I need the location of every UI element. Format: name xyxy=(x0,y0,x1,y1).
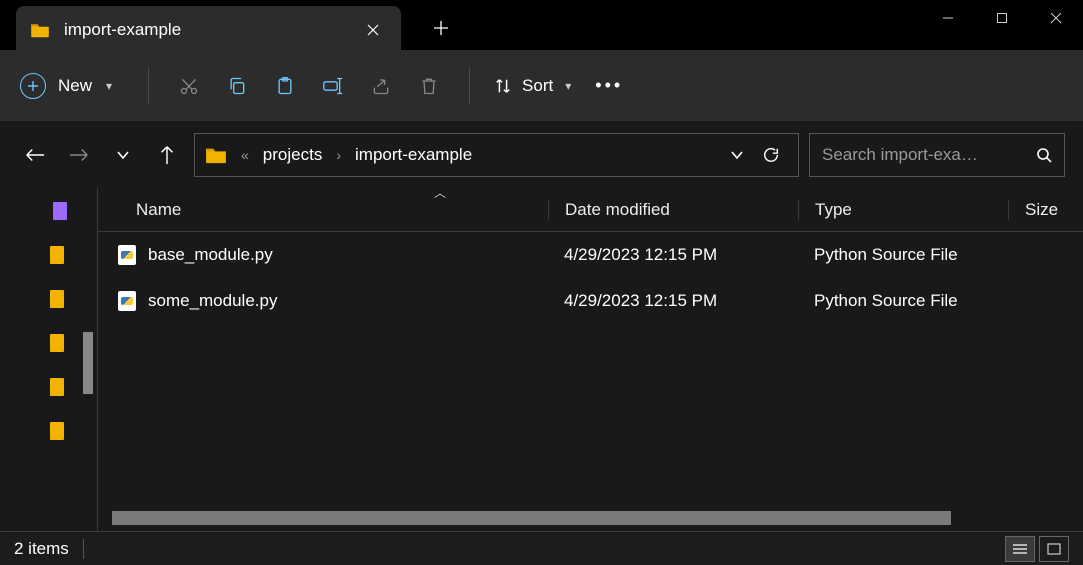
forward-button[interactable] xyxy=(62,138,96,172)
close-window-button[interactable] xyxy=(1029,0,1083,36)
file-date: 4/29/2023 12:15 PM xyxy=(548,245,798,265)
history-dropdown-button[interactable] xyxy=(730,150,744,160)
file-list-pane: ︿ Name Date modified Type Size base_modu… xyxy=(98,188,1083,531)
chevron-right-icon: › xyxy=(332,147,345,163)
file-name: some_module.py xyxy=(148,291,277,311)
file-name: base_module.py xyxy=(148,245,273,265)
file-row[interactable]: some_module.py 4/29/2023 12:15 PM Python… xyxy=(98,278,1083,324)
column-headers: ︿ Name Date modified Type Size xyxy=(98,188,1083,232)
search-input[interactable]: Search import-exa… xyxy=(809,133,1065,177)
more-button[interactable]: ••• xyxy=(579,75,639,96)
copy-button[interactable] xyxy=(213,66,261,106)
back-button[interactable] xyxy=(18,138,52,172)
toolbar: New ▾ Sort ▾ ••• xyxy=(0,50,1083,122)
delete-button[interactable] xyxy=(405,66,453,106)
recent-locations-button[interactable] xyxy=(106,138,140,172)
file-type: Python Source File xyxy=(798,291,1008,311)
breadcrumb-parent[interactable]: projects xyxy=(263,145,323,165)
chevron-down-icon: ▾ xyxy=(565,79,571,93)
breadcrumb-current[interactable]: import-example xyxy=(355,145,472,165)
titlebar: import-example xyxy=(0,0,1083,50)
details-view-button[interactable] xyxy=(1005,536,1035,562)
python-file-icon xyxy=(118,291,136,311)
sort-label: Sort xyxy=(522,76,553,96)
nav-tree-item[interactable] xyxy=(50,246,64,264)
nav-tree-item[interactable] xyxy=(50,422,64,440)
refresh-button[interactable] xyxy=(754,146,788,164)
tab-current[interactable]: import-example xyxy=(16,6,401,54)
folder-icon xyxy=(205,146,227,164)
share-button[interactable] xyxy=(357,66,405,106)
cut-button[interactable] xyxy=(165,66,213,106)
new-label: New xyxy=(58,76,92,96)
view-toggles xyxy=(1005,536,1069,562)
rename-button[interactable] xyxy=(309,66,357,106)
nav-tree-item[interactable] xyxy=(50,334,64,352)
separator xyxy=(469,67,470,105)
horizontal-scrollbar[interactable] xyxy=(112,511,1065,525)
sort-button[interactable]: Sort ▾ xyxy=(486,76,579,96)
tab-title: import-example xyxy=(64,20,359,40)
folder-icon xyxy=(30,22,64,38)
column-header-type[interactable]: Type xyxy=(798,200,1008,220)
address-bar[interactable]: « projects › import-example xyxy=(194,133,799,177)
chevron-down-icon: ▾ xyxy=(106,79,112,93)
search-icon xyxy=(1036,147,1052,163)
sort-indicator-icon: ︿ xyxy=(434,188,446,201)
file-row[interactable]: base_module.py 4/29/2023 12:15 PM Python… xyxy=(98,232,1083,278)
maximize-button[interactable] xyxy=(975,0,1029,36)
paste-button[interactable] xyxy=(261,66,309,106)
column-header-size[interactable]: Size xyxy=(1008,200,1083,220)
address-bar-row: « projects › import-example Search impor… xyxy=(0,122,1083,188)
nav-tree-item[interactable] xyxy=(50,378,64,396)
window-controls xyxy=(921,0,1083,36)
item-count: 2 items xyxy=(14,539,69,559)
file-type: Python Source File xyxy=(798,245,1008,265)
tab-close-button[interactable] xyxy=(359,16,387,44)
search-placeholder: Search import-exa… xyxy=(822,145,1036,165)
separator xyxy=(83,539,84,559)
content-area: ︿ Name Date modified Type Size base_modu… xyxy=(0,188,1083,531)
nav-tree-item[interactable] xyxy=(50,290,64,308)
python-file-icon xyxy=(118,245,136,265)
up-button[interactable] xyxy=(150,138,184,172)
nav-tree-item[interactable] xyxy=(53,202,67,220)
separator xyxy=(148,67,149,105)
file-date: 4/29/2023 12:15 PM xyxy=(548,291,798,311)
scrollbar-thumb[interactable] xyxy=(112,511,951,525)
new-tab-button[interactable] xyxy=(419,6,463,50)
column-header-date[interactable]: Date modified xyxy=(548,200,798,220)
navigation-pane[interactable] xyxy=(0,188,98,531)
status-bar: 2 items xyxy=(0,531,1083,565)
column-header-name[interactable]: Name xyxy=(98,200,548,220)
minimize-button[interactable] xyxy=(921,0,975,36)
breadcrumb-prefix: « xyxy=(237,147,253,163)
new-button[interactable]: New ▾ xyxy=(20,73,132,99)
sort-icon xyxy=(494,77,512,95)
plus-circle-icon xyxy=(20,73,46,99)
nav-scrollbar[interactable] xyxy=(83,332,93,394)
thumbnails-view-button[interactable] xyxy=(1039,536,1069,562)
